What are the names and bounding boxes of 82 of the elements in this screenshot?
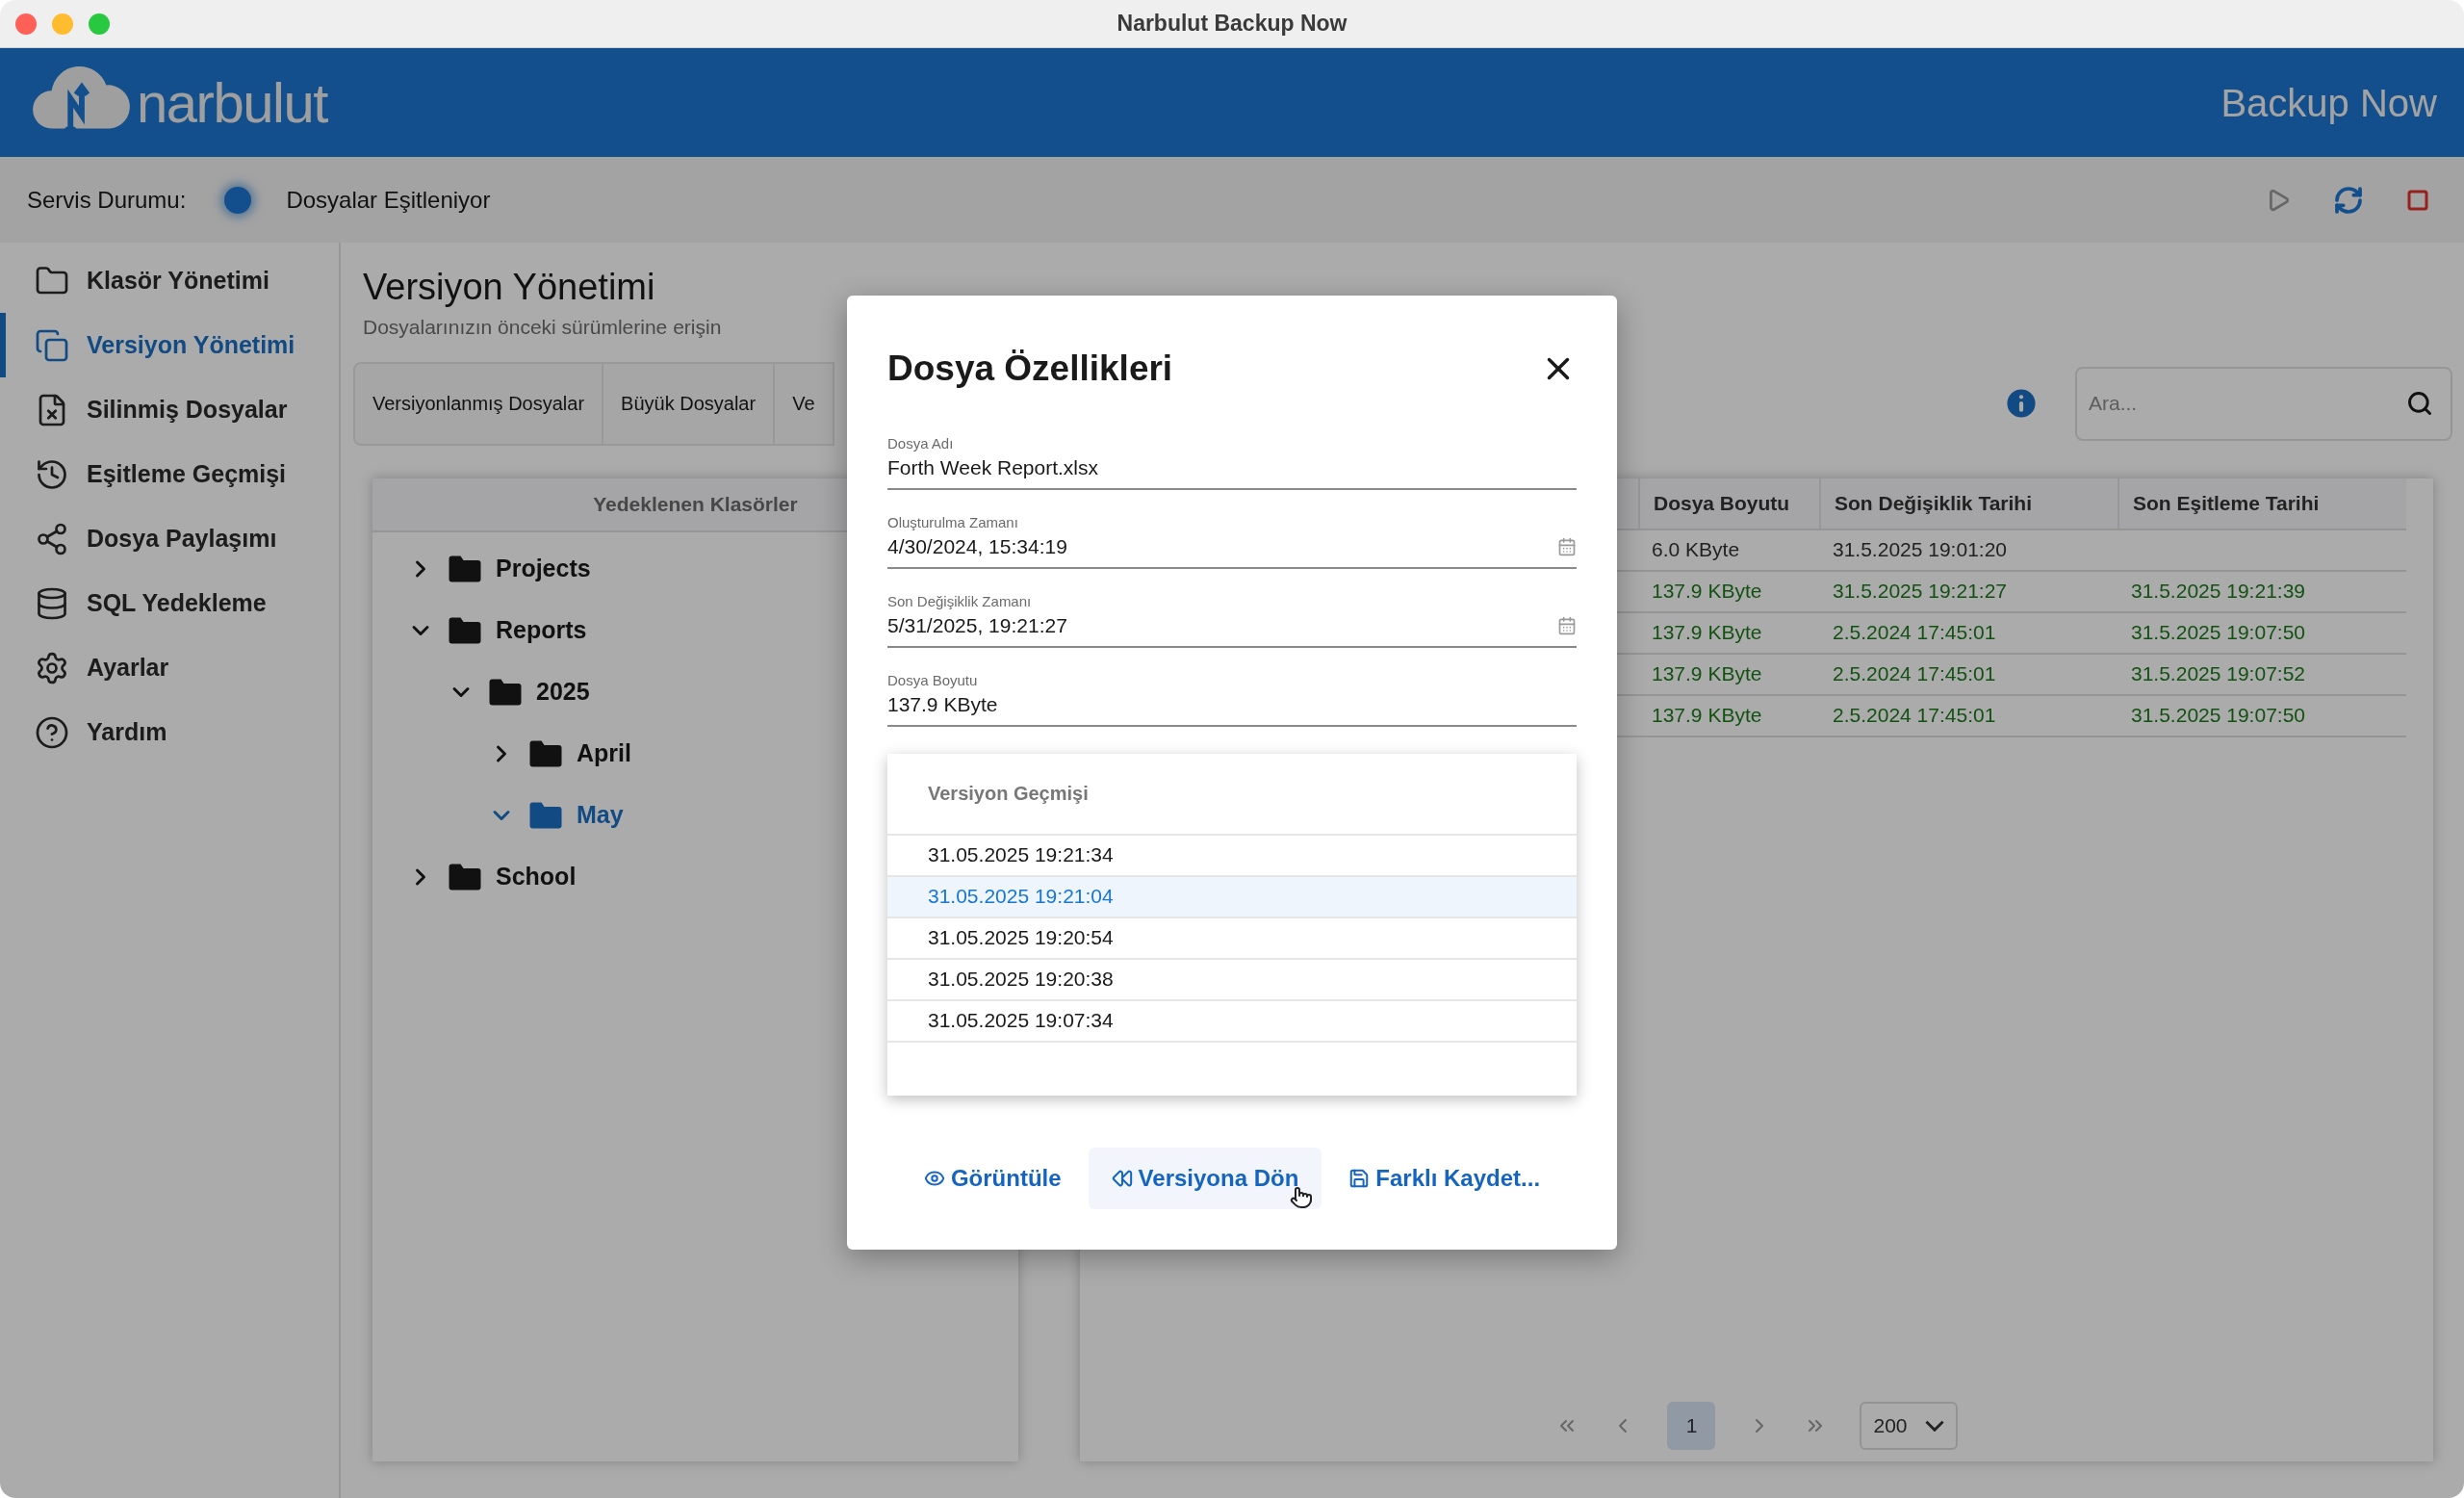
search-field[interactable]: Ara... [2075,366,2452,441]
form-field[interactable]: Dosya Boyutu 137.9 KByte [887,670,1577,727]
field-value: 4/30/2024, 15:34:19 [887,533,1067,559]
folder-label[interactable]: April [577,735,631,772]
sidebar-item[interactable]: Klasör Yönetimi [0,248,339,313]
sidebar-item[interactable]: SQL Yedekleme [0,571,339,635]
version-item[interactable]: 31.05.2025 19:21:34 [887,835,1577,877]
close-window-button[interactable] [15,13,37,35]
version-item[interactable]: 31.05.2025 19:20:38 [887,959,1577,1001]
column-header[interactable]: Dosya Boyutu [1638,478,1819,529]
chevron-down-icon [1924,1419,1944,1432]
field-label: Dosya Adı [887,433,955,453]
zoom-window-button[interactable] [89,13,110,35]
dialog-action-button[interactable]: Görüntüle [900,1147,1085,1209]
field-value: Forth Week Report.xlsx [887,454,1098,480]
app-name: Backup Now [2220,80,2437,126]
sync-icon[interactable] [2333,184,2364,216]
sidebar-item[interactable]: Versiyon Yönetimi [0,313,339,377]
folder-label[interactable]: Projects [496,550,591,587]
tab[interactable]: Büyük Dosyalar [603,361,776,446]
sidebar-item[interactable]: Silinmiş Dosyalar [0,377,339,442]
page-title: Versiyon Yönetimi [362,266,656,309]
page-button[interactable]: 1 [1667,1401,1716,1450]
table-cell-text: 31.5.2025 19:21:27 [1832,579,2008,605]
window-title: Narbulut Backup Now [1116,10,1348,39]
table-cell-text: 31.5.2025 19:07:52 [2130,661,2306,687]
share-icon [35,521,69,556]
status-text: Dosyalar Eşitleniyor [286,185,491,215]
table-cell-text: 137.9 KByte [1651,703,1763,729]
table-cell-text: 6.0 KByte [1651,537,1741,563]
sidebar-item[interactable]: Yardım [0,700,339,764]
version-item[interactable]: 31.05.2025 19:21:04 [887,876,1577,918]
version-item[interactable]: 31.05.2025 19:07:34 [887,1000,1577,1043]
table-cell-text: 2.5.2024 17:45:01 [1832,620,1997,646]
calendar-icon[interactable] [1557,615,1577,635]
help-icon [35,714,69,750]
tab[interactable]: Versiyonlanmış Dosyalar [353,361,604,446]
form-field[interactable]: Dosya Adı Forth Week Report.xlsx [887,433,1577,490]
save-icon [1348,1167,1371,1189]
form-field[interactable]: Son Değişiklik Zamanı 5/31/2025, 19:21:27 [887,591,1577,648]
table-cell-text: 137.9 KByte [1651,661,1763,687]
stop-icon[interactable] [2406,188,2429,212]
table-cell-text: 137.9 KByte [1651,579,1763,605]
field-value: 137.9 KByte [887,691,998,717]
column-header[interactable]: Son Eşitleme Tarihi [2118,478,2406,529]
dialog-action-button[interactable]: Versiyona Dön [1088,1147,1322,1209]
table-cell-text: 2.5.2024 17:45:01 [1832,703,1997,729]
field-label: Son Değişiklik Zamanı [887,591,1033,611]
table-cell-text: 31.5.2025 19:21:39 [2130,579,2306,605]
status-label: Servis Durumu: [27,185,187,215]
dialog-title: Dosya Özellikleri [887,348,1173,390]
field-value: 5/31/2025, 19:21:27 [887,612,1067,638]
page-subtitle: Dosyalarınızın önceki sürümlerine erişin [362,315,723,340]
field-label: Oluşturulma Zamanı [887,512,1019,532]
dialog-action-button[interactable]: Farklı Kaydet... [1325,1147,1564,1209]
table-cell-text: 31.5.2025 19:01:20 [1832,537,2008,563]
page-size-select[interactable]: 200 [1860,1401,1958,1450]
gear-icon [35,650,69,685]
table-cell-text: 31.5.2025 19:07:50 [2130,620,2306,646]
database-icon [35,585,69,621]
version-item[interactable]: 31.05.2025 19:20:54 [887,917,1577,960]
field-label: Dosya Boyutu [887,670,979,690]
calendar-icon[interactable] [1557,536,1577,556]
table-cell-text: 2.5.2024 17:45:01 [1832,661,1997,687]
form-field[interactable]: Oluşturulma Zamanı 4/30/2024, 15:34:19 [887,512,1577,569]
search-icon[interactable] [2406,389,2433,417]
panel-title: Yedeklenen Klasörler [593,491,798,517]
card-title: Versiyon Geçmişi [928,782,1089,806]
table-cell-text: 31.5.2025 19:07:50 [2130,703,2306,729]
folder-label[interactable]: 2025 [536,673,590,710]
hand-cursor-icon [1290,1185,1313,1209]
table-cell-text: 137.9 KByte [1651,620,1763,646]
folder-label[interactable]: Reports [496,611,587,649]
copy-icon [35,327,69,363]
sidebar-item[interactable]: Ayarlar [0,635,339,700]
sidebar-item[interactable]: Dosya Paylaşımı [0,506,339,571]
folder-label[interactable]: May [577,796,624,834]
tab[interactable]: Ve [775,361,834,446]
sidebar-item[interactable]: Eşitleme Geçmişi [0,442,339,506]
column-header[interactable]: Son Değişiklik Tarihi [1819,478,2118,529]
folder-label[interactable]: School [496,858,577,895]
logo-text: narbulut [137,74,327,131]
